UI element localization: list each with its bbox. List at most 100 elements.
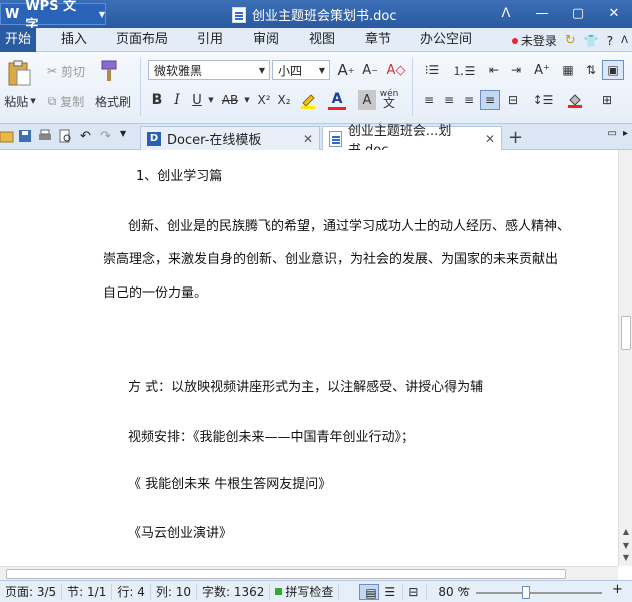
format-painter-icon[interactable] (96, 58, 122, 86)
window-controls: ᐱ — ▢ ✕ (488, 0, 632, 26)
char-shading-button[interactable]: A (358, 90, 376, 110)
scrollbar-thumb[interactable] (621, 316, 631, 350)
grow-font-icon[interactable]: A + (336, 60, 356, 80)
paragraph-line: 崇高理念，来激发自身的创新、创业意识，为社会的发展、为国家的未来贡献出 (103, 252, 559, 267)
copy-button[interactable]: ⧉ 复制 (42, 92, 90, 110)
shading-icon[interactable] (562, 90, 588, 110)
sort-icon[interactable]: ⇅ (582, 60, 600, 80)
close-button[interactable]: ✕ (596, 0, 632, 26)
minimize-button[interactable]: — (524, 0, 560, 26)
spell-check-button[interactable]: 拼写检查 (270, 583, 340, 600)
scroll-up-icon[interactable]: ▲ (619, 524, 632, 538)
maximize-button[interactable]: ▢ (560, 0, 596, 26)
close-icon[interactable]: ✕ (485, 132, 495, 146)
ribbon-home: 粘贴 ▼ ✂ 剪切 ⧉ 复制 格式刷 微软雅黑 ▼ 小四 ▼ A + A − A◇ B I… (0, 52, 632, 124)
bold-button[interactable]: B (148, 90, 166, 110)
increase-indent-icon[interactable]: ⇥ (506, 60, 526, 80)
vertical-scrollbar[interactable]: ▲ ▼ ▼ (618, 150, 632, 566)
subscript-button[interactable]: X₂ (274, 90, 294, 110)
table-icon[interactable]: ▦ (558, 60, 578, 80)
tab-office-space[interactable]: 办公空间 (416, 28, 476, 52)
title-bar: W WPS 文字 ▼ 创业主题班会策划书.doc ᐱ — ▢ ✕ (0, 0, 632, 33)
help-icon[interactable]: ? (607, 34, 613, 48)
justify-icon[interactable]: ≡ (480, 90, 500, 110)
pinyin-char: 文 (382, 96, 395, 110)
tab-list-icon[interactable]: ▭ (608, 128, 617, 139)
word-count[interactable]: 字数: 1362 (197, 583, 271, 600)
outline-view-icon[interactable]: ☰ (379, 583, 404, 600)
new-tab-button[interactable]: + (508, 127, 523, 148)
superscript-button[interactable]: X² (254, 90, 274, 110)
font-size-select[interactable]: 小四 ▼ (272, 60, 330, 80)
next-page-icon[interactable]: ▼ (619, 550, 632, 564)
open-folder-icon[interactable] (0, 129, 14, 143)
text-style-icon[interactable]: A⁺ (530, 60, 554, 80)
chevron-down-icon: ▼ (258, 65, 266, 75)
font-name-select[interactable]: 微软雅黑 ▼ (148, 60, 270, 80)
show-marks-icon[interactable]: ▣ (602, 60, 624, 80)
align-left-icon[interactable]: ≡ (420, 90, 438, 110)
chevron-down-icon[interactable]: ▼ (206, 90, 216, 110)
undo-icon[interactable]: ↶ (80, 129, 94, 144)
clear-format-icon[interactable]: A◇ (386, 60, 406, 80)
cut-button[interactable]: ✂ 剪切 (42, 62, 90, 80)
skin-icon[interactable]: 👕 (584, 34, 599, 48)
scrollbar-thumb[interactable] (6, 569, 566, 579)
format-painter-button[interactable]: 格式刷 (92, 92, 134, 110)
document-page[interactable]: 1、创业学习篇 创新、创业是的民族腾飞的希望，通过学习成功人士的动人经历、感人精… (0, 150, 618, 566)
strikethrough-button[interactable]: AB (218, 90, 242, 110)
web-view-icon[interactable]: ⊟ (403, 583, 428, 600)
underline-button[interactable]: U (188, 90, 206, 110)
tab-page-layout[interactable]: 页面布局 (112, 28, 172, 52)
align-center-icon[interactable]: ≡ (440, 90, 458, 110)
tab-references[interactable]: 引用 (190, 28, 230, 52)
bullet-list-icon[interactable]: ⁝☰ (420, 60, 444, 80)
border-icon[interactable]: ⊞ (594, 90, 620, 110)
print-icon[interactable] (38, 129, 52, 143)
font-name-value: 微软雅黑 (154, 63, 203, 78)
close-icon[interactable]: ✕ (303, 132, 313, 146)
tab-view[interactable]: 视图 (302, 28, 342, 52)
tab-review[interactable]: 审阅 (246, 28, 286, 52)
collapse-icon[interactable]: ᐱ (621, 35, 628, 46)
numbered-list-icon[interactable]: ⒈☰ (452, 60, 476, 80)
app-menu-button[interactable]: W WPS 文字 ▼ (0, 0, 106, 33)
zoom-slider[interactable] (476, 592, 602, 594)
refresh-icon[interactable]: ↻ (565, 33, 576, 48)
paste-icon[interactable] (4, 58, 34, 88)
video-schedule-line: 视频安排：《我能创未来——中国青年创业行动》； (128, 430, 415, 445)
docer-icon: D (147, 131, 161, 146)
redo-icon[interactable]: ↷ (100, 129, 114, 144)
list-item: 《 我能创未来 牛根生答网友提问》 (128, 477, 332, 492)
align-right-icon[interactable]: ≡ (460, 90, 478, 110)
zoom-in-icon[interactable]: + (612, 582, 623, 597)
page-indicator[interactable]: 页面: 3/5 (0, 583, 63, 600)
italic-button[interactable]: I (168, 90, 186, 110)
paste-button[interactable]: 粘贴 ▼ (0, 92, 40, 110)
chevron-right-icon[interactable]: ▸ (623, 128, 628, 139)
shrink-font-icon[interactable]: A − (360, 60, 380, 80)
chevron-down-icon[interactable]: ▼ (242, 90, 252, 110)
section-indicator: 节: 1/1 (62, 583, 113, 600)
font-color-button[interactable]: A (328, 90, 346, 110)
login-link[interactable]: 未登录 (511, 32, 557, 49)
zoom-out-icon[interactable]: − (460, 582, 471, 597)
horizontal-scrollbar[interactable] (0, 566, 618, 580)
collapse-ribbon-button[interactable]: ᐱ (488, 0, 524, 26)
tab-home[interactable]: 开始 (0, 28, 36, 52)
zoom-slider-thumb[interactable] (522, 586, 531, 599)
page-view-icon[interactable]: ▤ (359, 583, 380, 600)
tab-current-document[interactable]: 创业主题班会...划书.doc ✕ (322, 124, 502, 158)
decrease-indent-icon[interactable]: ⇤ (484, 60, 504, 80)
chevron-down-icon[interactable]: ▼ (120, 129, 134, 143)
highlight-icon[interactable] (298, 90, 318, 110)
line-spacing-icon[interactable]: ↕☰ (530, 90, 556, 110)
print-preview-icon[interactable] (58, 129, 72, 143)
tab-insert[interactable]: 插入 (56, 28, 92, 52)
chevron-down-icon: ▼ (30, 97, 36, 105)
tab-chapter[interactable]: 章节 (358, 28, 398, 52)
tab-docer-templates[interactable]: D Docer-在线模板 ✕ (140, 126, 320, 150)
distribute-icon[interactable]: ⊟ (504, 90, 522, 110)
save-icon[interactable] (18, 129, 32, 143)
pinyin-guide-button[interactable]: wén 文 (380, 88, 399, 110)
